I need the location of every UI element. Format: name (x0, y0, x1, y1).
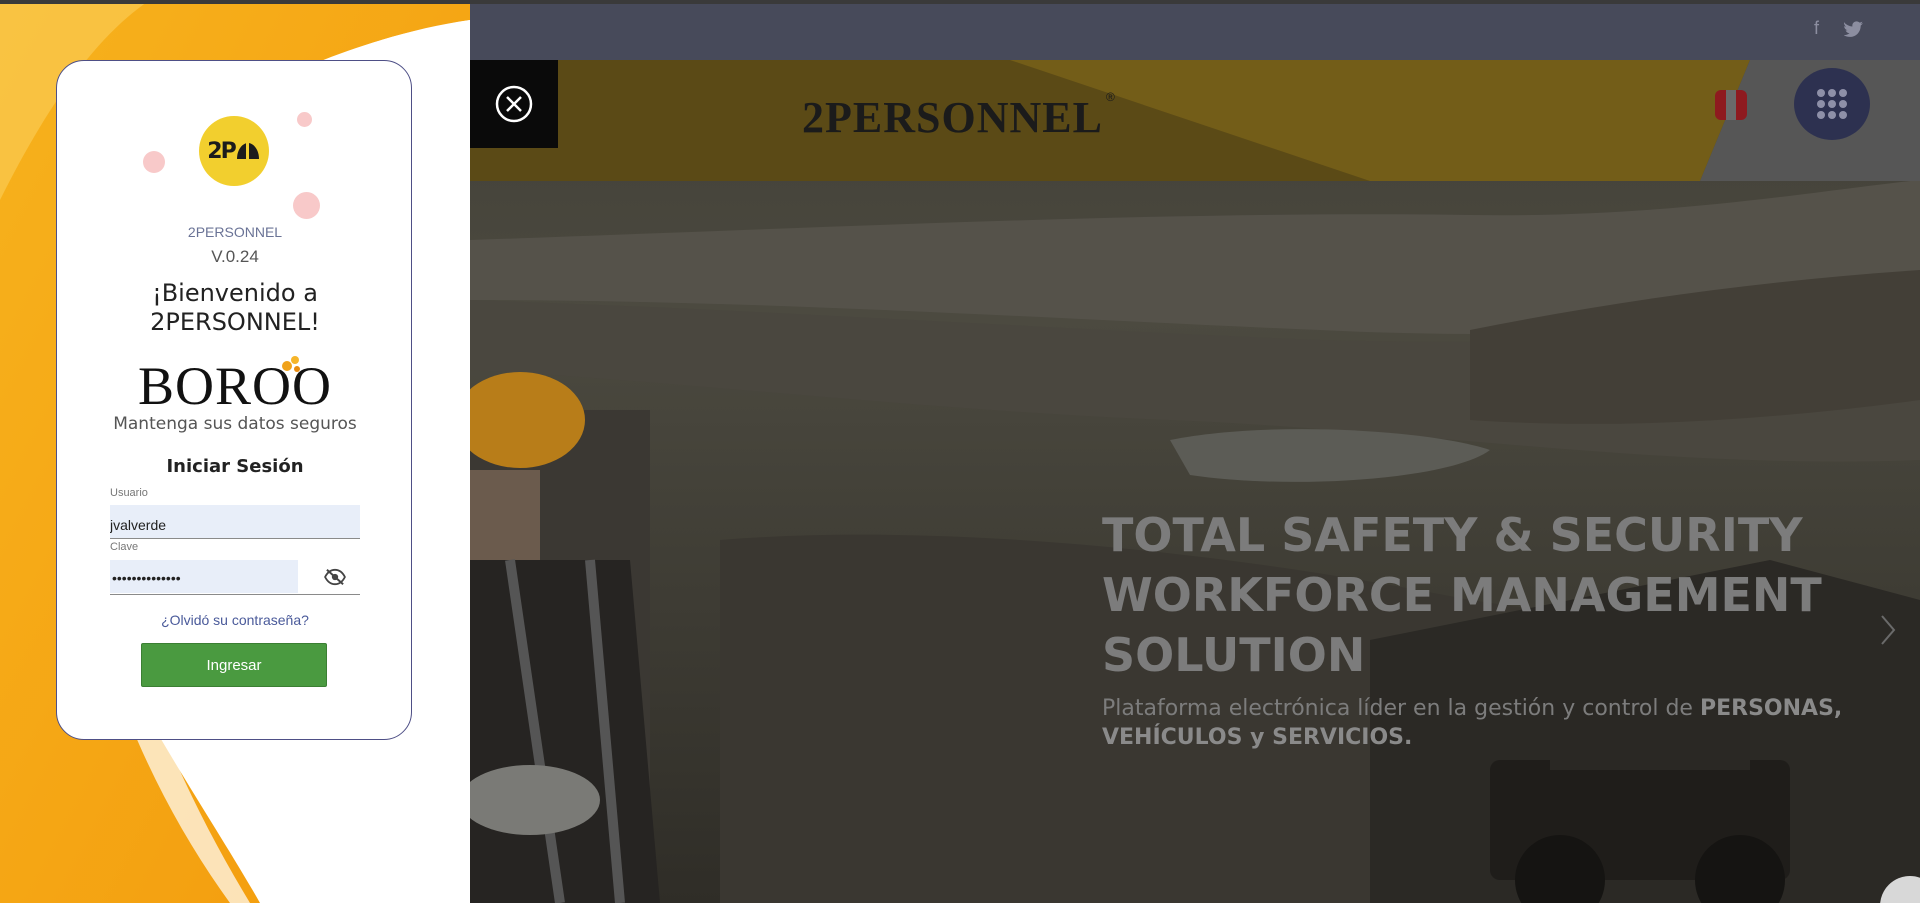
flag-stripe (1725, 90, 1737, 120)
app-version: V.0.24 (211, 247, 259, 266)
helmet-icon (236, 143, 259, 159)
forgot-password-link[interactable]: ¿Olvidó su contraseña? (57, 612, 413, 628)
brand-dots-icon (282, 356, 300, 372)
app-logo-text: 2P (207, 138, 236, 164)
flag-stripe (1715, 90, 1726, 120)
login-button[interactable]: Ingresar (141, 643, 327, 687)
window-top-edge (0, 0, 1920, 4)
language-flag-peru[interactable] (1715, 90, 1747, 120)
login-card: 2P 2PERSONNEL V.0.24 ¡Bienvenido a 2PERS… (56, 60, 412, 740)
site-logo[interactable]: 2PERSONNEL (802, 92, 1103, 143)
username-input[interactable] (110, 505, 360, 539)
flag-stripe (1736, 90, 1747, 120)
logo-area: 2P (57, 61, 413, 231)
apps-menu-button[interactable] (1794, 68, 1870, 140)
hero-headline: TOTAL SAFETY & SECURITY WORKFORCE MANAGE… (1102, 505, 1822, 685)
facebook-icon[interactable]: f (1814, 18, 1819, 39)
chevron-right-icon[interactable] (1878, 612, 1898, 648)
eye-off-icon[interactable] (324, 568, 346, 586)
grid-menu-icon (1817, 89, 1847, 119)
app-logo: 2P (199, 116, 269, 186)
website-header-band (470, 60, 1920, 181)
decor-bubble (293, 192, 320, 219)
welcome-heading: ¡Bienvenido a 2PERSONNEL! (57, 279, 413, 337)
username-label: Usuario (110, 487, 148, 499)
app-name: 2PERSONNEL (187, 224, 283, 240)
password-label: Clave (110, 541, 139, 553)
background-website: f 2PERSONNEL ® TOTAL SAFETY & SECURITY W… (470, 0, 1920, 903)
client-brand-logo: BOROO (137, 356, 333, 416)
website-topbar: f (470, 4, 1920, 60)
headline-line: WORKFORCE MANAGEMENT (1102, 568, 1822, 622)
decor-bubble (297, 112, 312, 127)
hero-subline: Plataforma electrónica líder en la gesti… (1102, 694, 1872, 752)
password-field (110, 560, 360, 595)
tagline: Mantenga sus datos seguros (113, 414, 357, 434)
login-title: Iniciar Sesión (166, 456, 304, 477)
registered-mark: ® (1106, 90, 1115, 104)
close-menu-button[interactable] (470, 60, 558, 148)
welcome-text: ¡Bienvenido a 2PERSONNEL! (150, 279, 320, 336)
close-circle-icon (495, 85, 533, 123)
headline-line: SOLUTION (1102, 628, 1366, 682)
subline-text: Plataforma electrónica líder en la gesti… (1102, 696, 1693, 721)
headline-line: TOTAL SAFETY & SECURITY (1102, 508, 1803, 562)
password-input[interactable] (110, 560, 298, 593)
twitter-icon[interactable] (1844, 20, 1864, 38)
decor-bubble (143, 151, 165, 173)
